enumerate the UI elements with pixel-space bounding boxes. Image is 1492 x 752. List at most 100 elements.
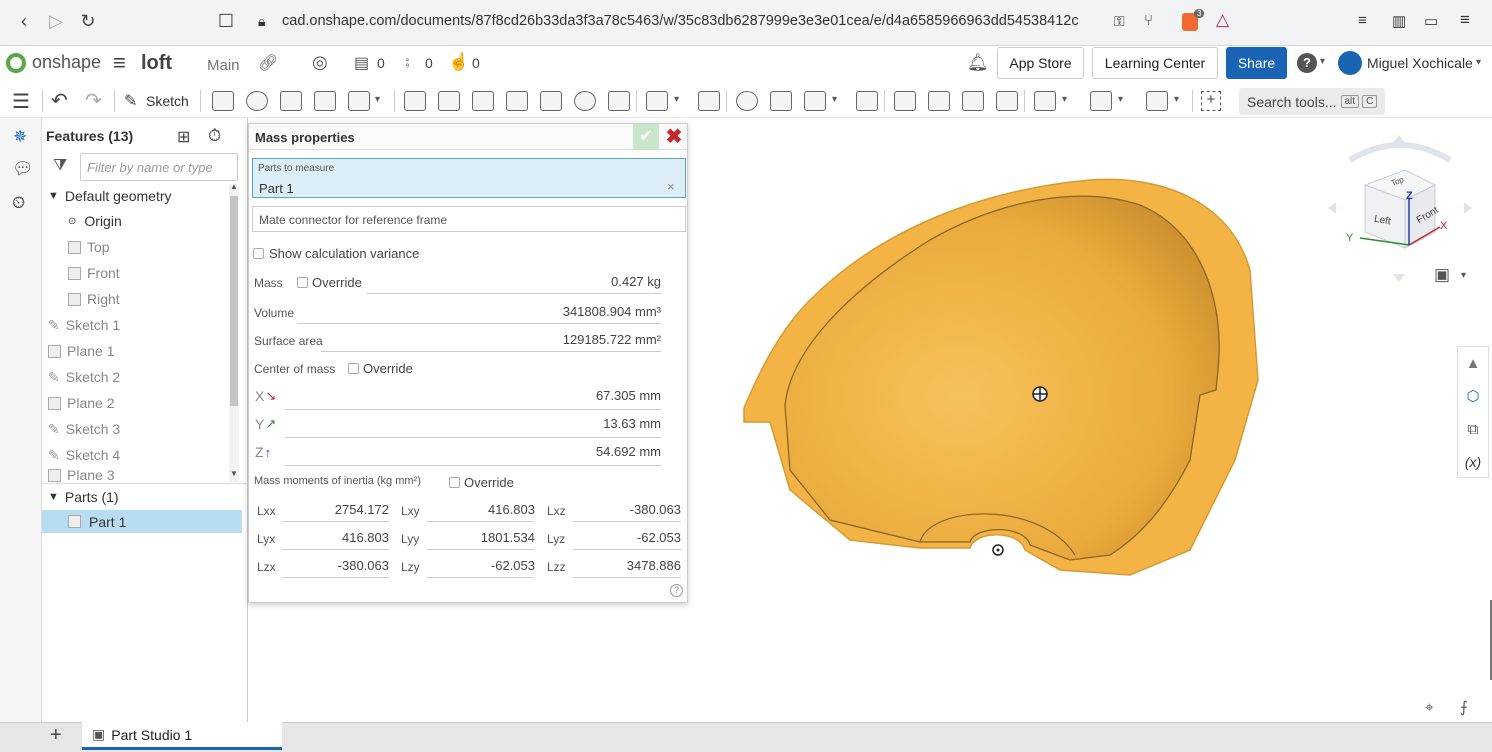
notifications-icon[interactable]: 🔔︎ — [967, 53, 989, 73]
list-item[interactable]: ✎ Sketch 3 — [48, 416, 238, 442]
list-item[interactable]: ✎ Sketch 4 — [48, 442, 238, 468]
add-tab-icon[interactable]: + — [50, 724, 62, 747]
list-item[interactable]: Plane 2 — [48, 390, 238, 416]
sheet-metal-icon[interactable] — [1146, 91, 1168, 111]
parts-to-measure-field[interactable]: Parts to measure Part 1 × — [252, 158, 686, 198]
extrude-icon[interactable] — [212, 91, 234, 111]
branch-icon[interactable]: ⨟ — [405, 53, 410, 71]
hole-icon[interactable] — [574, 91, 596, 111]
avatar[interactable] — [1338, 51, 1362, 75]
share-button[interactable]: Share — [1226, 47, 1287, 79]
shell-icon[interactable] — [540, 91, 562, 111]
chamfer-icon[interactable] — [438, 91, 460, 111]
modify-fillet-icon[interactable] — [894, 91, 916, 111]
loft-icon[interactable] — [314, 91, 336, 111]
plane-chevron-icon[interactable]: ▾ — [1062, 94, 1067, 105]
branch-name[interactable]: Main — [207, 57, 240, 74]
view-options-icon[interactable]: ▣ — [1434, 265, 1450, 285]
sheet-metal-chevron-icon[interactable]: ▾ — [1174, 94, 1179, 105]
transform-chevron-icon[interactable]: ▾ — [832, 94, 837, 105]
wallet-icon[interactable]: ▭ — [1424, 12, 1438, 30]
list-item[interactable]: ✎ Sketch 2 — [48, 364, 238, 390]
plane-icon[interactable] — [1034, 91, 1056, 111]
move-face-icon[interactable] — [962, 91, 984, 111]
draft-icon[interactable] — [472, 91, 494, 111]
filter-icon[interactable]: ⧩ — [53, 157, 67, 175]
configurations-icon[interactable]: ⧉ — [1458, 413, 1488, 446]
mass-override-checkbox[interactable] — [297, 277, 308, 288]
url-text[interactable]: cad.onshape.com/documents/87f8cd26b33da3… — [282, 13, 1079, 29]
app-store-button[interactable]: App Store — [997, 47, 1084, 79]
undo-icon[interactable]: ↶ — [51, 88, 68, 113]
tape-measure-icon[interactable]: ⌖ — [1425, 699, 1433, 716]
mate-connector-field[interactable]: Mate connector for reference frame — [252, 206, 686, 232]
split-icon[interactable] — [770, 91, 792, 111]
thicken-icon[interactable] — [348, 91, 370, 111]
default-geometry-group[interactable]: ▼ Default geometry — [48, 185, 172, 207]
3d-part-shell[interactable] — [730, 170, 1270, 590]
versions-icon[interactable]: ▤ — [354, 53, 369, 73]
pattern-icon[interactable] — [646, 91, 668, 111]
parts-list-icon[interactable]: ⬡ — [1458, 380, 1488, 413]
view-cube[interactable] — [1320, 130, 1480, 290]
forward-icon[interactable]: ▷ — [44, 11, 68, 32]
share-browser-icon[interactable]: ⑂ — [1144, 12, 1153, 29]
history-icon[interactable]: ⏲ — [12, 193, 25, 213]
key-icon[interactable]: ⚿ — [1114, 13, 1125, 30]
boolean-icon[interactable] — [736, 91, 758, 111]
com-override-checkbox[interactable] — [348, 363, 359, 374]
mate-connector-icon[interactable] — [1090, 91, 1112, 111]
back-icon[interactable]: ‹ — [12, 11, 36, 32]
menu-icon[interactable]: ≡ — [1460, 10, 1470, 30]
chevron-down-icon[interactable]: ▼ — [48, 491, 59, 503]
tab-part-studio-1[interactable]: ▣ Part Studio 1 — [82, 722, 282, 750]
inertia-override[interactable]: Override — [449, 475, 514, 490]
variables-icon[interactable]: (x) — [1458, 446, 1488, 479]
pattern-chevron-icon[interactable]: ▾ — [674, 94, 679, 105]
rollback-timer-icon[interactable]: ⏱ — [208, 126, 221, 146]
learning-center-button[interactable]: Learning Center — [1092, 47, 1218, 79]
show-variance-checkbox[interactable] — [253, 248, 264, 259]
thicken-chevron-icon[interactable]: ▾ — [375, 94, 380, 105]
bookmark-icon[interactable]: ☐ — [214, 11, 238, 32]
list-item[interactable]: Plane 3 — [48, 468, 230, 482]
list-item[interactable]: ✎ Sketch 1 — [48, 312, 238, 338]
link-icon[interactable]: 🔗︎ — [258, 53, 278, 73]
globe-icon[interactable]: ◎ — [312, 52, 328, 73]
revolve-icon[interactable] — [246, 91, 268, 111]
lock-icon[interactable]: 🔒︎ — [258, 13, 265, 30]
insert-feature-icon[interactable]: ✵ — [13, 127, 27, 147]
delete-part-icon[interactable] — [856, 91, 878, 111]
cylinder-icon[interactable] — [608, 91, 630, 111]
sketch-button[interactable]: Sketch — [146, 93, 189, 109]
playlist-icon[interactable]: ≡ — [1358, 12, 1367, 29]
view-chevron-icon[interactable]: ▾ — [1461, 270, 1466, 281]
rib-icon[interactable] — [506, 91, 528, 111]
hamburger-icon[interactable]: ≡ — [113, 50, 126, 76]
add-custom-feature-icon[interactable]: + — [1201, 91, 1221, 111]
brand-name[interactable]: onshape — [32, 52, 101, 73]
help-chevron-icon[interactable]: ▾ — [1320, 56, 1325, 67]
mass-override[interactable]: Override — [297, 275, 362, 290]
close-icon[interactable]: ✖ — [663, 126, 685, 148]
replace-face-icon[interactable] — [996, 91, 1018, 111]
filter-input[interactable]: Filter by name or type — [80, 153, 238, 181]
scrollbar-thumb[interactable] — [230, 196, 238, 406]
redo-icon[interactable]: ↷ — [85, 88, 102, 113]
sweep-icon[interactable] — [280, 91, 302, 111]
units-icon[interactable]: ⨍ — [1460, 698, 1468, 716]
comments-icon[interactable]: 💬︎ — [12, 159, 34, 179]
fillet-icon[interactable] — [404, 91, 426, 111]
clear-selection-icon[interactable]: × — [667, 179, 675, 194]
document-title[interactable]: loft — [141, 52, 172, 75]
sidebar-icon[interactable]: ▥ — [1392, 12, 1406, 30]
part-1-item[interactable]: Part 1 — [42, 510, 242, 533]
feature-scrollbar[interactable] — [229, 184, 239, 482]
chevron-down-icon[interactable]: ▼ — [48, 190, 59, 202]
mirror-icon[interactable] — [698, 91, 720, 111]
help-icon[interactable]: ? — [1297, 53, 1317, 73]
user-chevron-icon[interactable]: ▾ — [1476, 57, 1481, 68]
user-name[interactable]: Miguel Xochicale — [1367, 55, 1473, 71]
sketch-icon[interactable]: ✎ — [124, 91, 137, 111]
brave-rewards-icon[interactable]: △ — [1216, 10, 1229, 30]
